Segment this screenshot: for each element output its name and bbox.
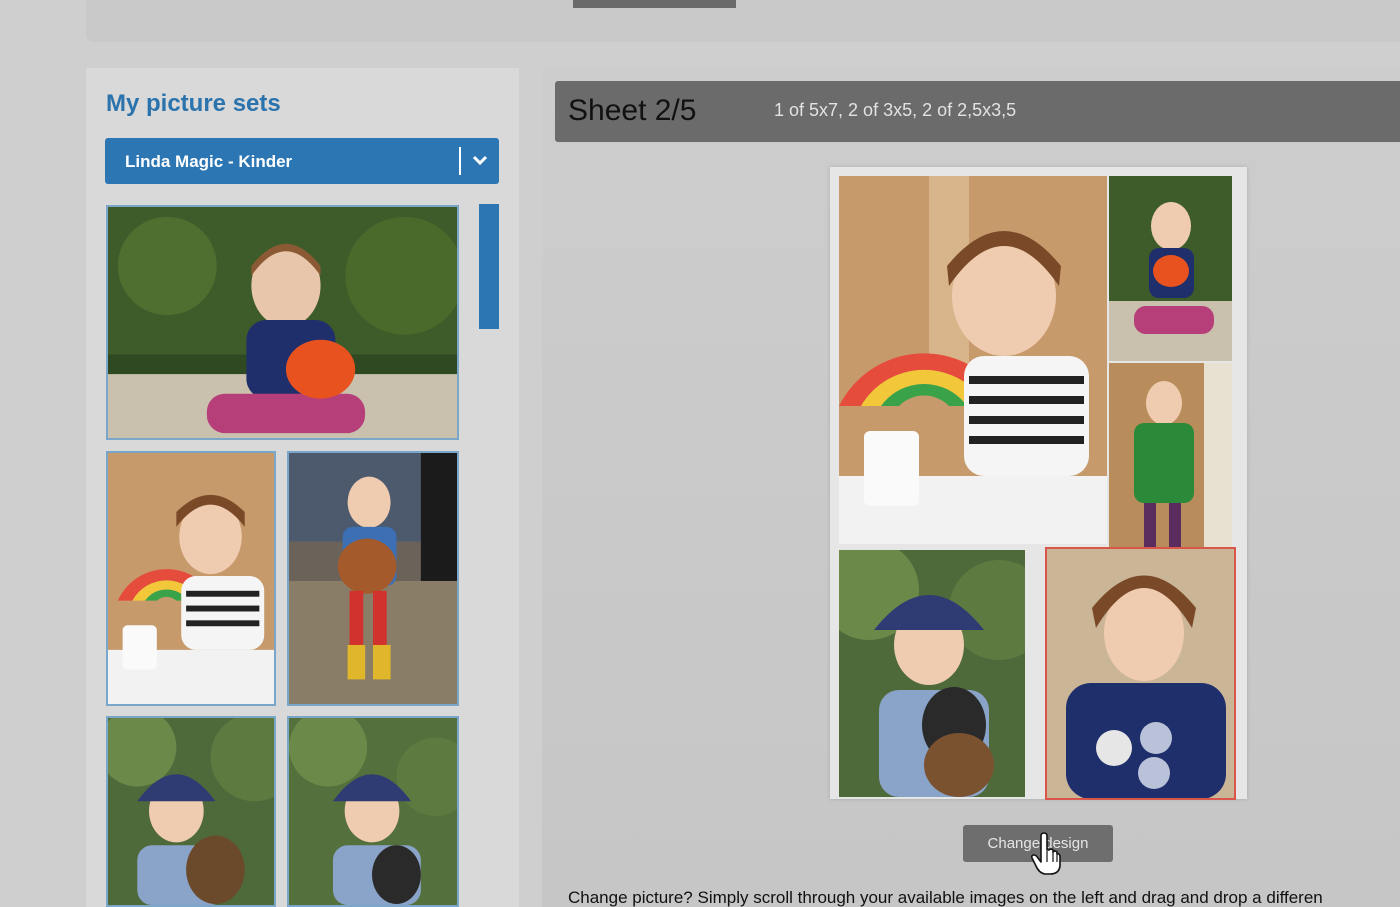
chevron-down-icon [472, 155, 488, 166]
sheet-slot-wallet-2[interactable] [1109, 363, 1232, 547]
sheet-slot-5x7[interactable] [839, 176, 1107, 544]
sheet-title: Sheet 2/5 [568, 94, 697, 127]
sheet-slot-3x5-2[interactable] [1045, 547, 1236, 800]
sheet-slot-3x5-1[interactable] [839, 550, 1025, 797]
sheet-print-sizes: 1 of 5x7, 2 of 3x5, 2 of 2,5x3,5 [774, 100, 1017, 120]
thumbnail-scrollbar[interactable] [479, 204, 499, 329]
top-tab-indicator[interactable] [573, 0, 736, 8]
thumbnail-girl-hat-2[interactable] [287, 716, 459, 907]
picture-set-selected-label: Linda Magic - Kinder [125, 152, 293, 171]
picture-sets-panel: My picture sets Linda Magic - Kinder [86, 68, 519, 907]
sheet-header: Sheet 2/5 1 of 5x7, 2 of 3x5, 2 of 2,5x3… [555, 81, 1400, 142]
sheet-slot-wallet-1[interactable] [1109, 176, 1232, 361]
dropdown-divider [459, 147, 461, 175]
sheet-preview [830, 167, 1247, 800]
thumbnail-girl-chicken[interactable] [287, 451, 459, 706]
thumbnail-girl-rainbow[interactable] [106, 451, 276, 706]
drag-drop-help-text: Change picture? Simply scroll through yo… [568, 888, 1323, 907]
top-toolbar [86, 0, 1400, 42]
thumbnail-girl-bucket-landscape[interactable] [106, 205, 459, 440]
hand-pointer-cursor-icon [1030, 832, 1061, 875]
panel-title: My picture sets [106, 90, 281, 117]
thumbnail-girl-hat-1[interactable] [106, 716, 276, 907]
picture-set-dropdown[interactable]: Linda Magic - Kinder [105, 138, 499, 184]
